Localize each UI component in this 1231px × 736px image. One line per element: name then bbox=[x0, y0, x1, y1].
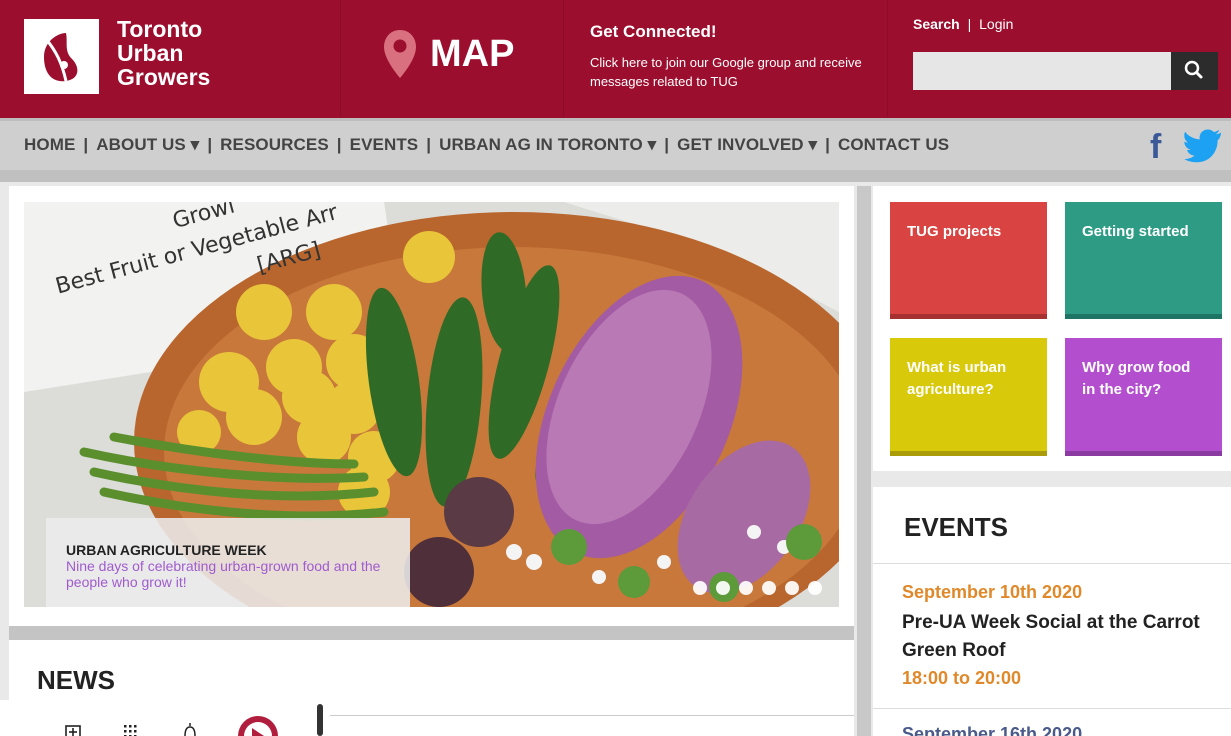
nav-item-home[interactable]: HOME bbox=[24, 135, 75, 154]
header-divider bbox=[340, 0, 341, 118]
logo-line: Toronto bbox=[117, 16, 203, 42]
event-date: September 10th 2020 bbox=[902, 582, 1083, 602]
toolbar-drag-handle[interactable] bbox=[317, 704, 323, 736]
site-header: Toronto Urban Growers MAP Get Connected!… bbox=[0, 0, 1231, 118]
hero-caption[interactable]: URBAN AGRICULTURE WEEK Nine days of cele… bbox=[46, 518, 410, 607]
twitter-icon[interactable] bbox=[1183, 129, 1223, 168]
nav-separator: | bbox=[207, 135, 213, 154]
nav-separator: | bbox=[336, 135, 342, 154]
header-divider bbox=[887, 0, 888, 118]
events-heading: EVENTS bbox=[904, 512, 1009, 542]
search-input[interactable] bbox=[913, 52, 1171, 90]
event-time: 18:00 to 20:00 bbox=[902, 668, 1022, 688]
slide-dot[interactable] bbox=[785, 581, 799, 595]
tile-what-is-urban-agriculture[interactable]: What is urban agriculture? bbox=[890, 338, 1047, 456]
get-connected-title[interactable]: Get Connected! bbox=[590, 22, 717, 42]
login-link[interactable]: Login bbox=[979, 16, 1013, 32]
tile-why-grow-food[interactable]: Why grow food in the city? bbox=[1065, 338, 1222, 456]
app-avatar-icon[interactable] bbox=[238, 716, 278, 736]
search-link[interactable]: Search bbox=[913, 16, 960, 32]
nav-separator: | bbox=[426, 135, 432, 154]
section-separator bbox=[9, 626, 854, 640]
apps-grid-icon[interactable] bbox=[124, 725, 137, 736]
nav-item-about-us[interactable]: ABOUT US ▾ bbox=[96, 135, 199, 154]
tile-tug-projects[interactable]: TUG projects bbox=[890, 202, 1047, 319]
map-pin-icon[interactable] bbox=[382, 28, 418, 85]
slide-dot[interactable] bbox=[716, 581, 730, 595]
nav-item-resources[interactable]: RESOURCES bbox=[220, 135, 329, 154]
map-link[interactable]: MAP bbox=[430, 32, 514, 76]
slide-dot[interactable] bbox=[693, 581, 707, 595]
site-logo-text[interactable]: Toronto Urban Growers bbox=[117, 17, 210, 89]
floating-toolbar bbox=[0, 700, 330, 736]
header-divider bbox=[563, 0, 564, 118]
column-separator bbox=[857, 186, 871, 736]
events-divider bbox=[873, 708, 1231, 709]
logo-line: Urban bbox=[117, 40, 184, 66]
add-tab-icon[interactable] bbox=[65, 725, 81, 736]
slide-dot[interactable] bbox=[762, 581, 776, 595]
auth-separator: | bbox=[967, 16, 972, 32]
search-icon bbox=[1184, 60, 1203, 79]
event-title[interactable]: Pre-UA Week Social at the Carrot Green R… bbox=[902, 609, 1202, 665]
slide-dot[interactable] bbox=[739, 581, 753, 595]
nav-separator: | bbox=[664, 135, 670, 154]
nav-separator: | bbox=[825, 135, 830, 154]
nav-item-urban-ag[interactable]: URBAN AG IN TORONTO ▾ bbox=[439, 135, 656, 154]
logo-line: Growers bbox=[117, 64, 211, 90]
event-date: September 16th 2020 bbox=[902, 724, 1083, 736]
nav-item-contact-us[interactable]: CONTACT US bbox=[838, 135, 949, 154]
get-connected-description[interactable]: Click here to join our Google group and … bbox=[590, 53, 880, 91]
main-nav: HOME | ABOUT US ▾ | RESOURCES | EVENTS | URBAN A… bbox=[0, 118, 1231, 170]
hero-caption-subtitle: Nine days of celebrating urban-grown foo… bbox=[66, 558, 381, 590]
news-divider bbox=[330, 715, 854, 716]
hero-caption-title: URBAN AGRICULTURE WEEK bbox=[66, 542, 267, 558]
events-divider bbox=[873, 563, 1231, 564]
tile-getting-started[interactable]: Getting started bbox=[1065, 202, 1222, 319]
notification-icon[interactable] bbox=[184, 723, 196, 736]
nav-item-get-involved[interactable]: GET INVOLVED ▾ bbox=[677, 135, 817, 154]
nav-item-events[interactable]: EVENTS bbox=[350, 135, 419, 154]
search-button[interactable] bbox=[1171, 52, 1218, 90]
auth-links: Search | Login bbox=[913, 16, 1013, 32]
logo-leaf-icon[interactable] bbox=[24, 19, 99, 94]
facebook-icon[interactable]: f bbox=[1150, 127, 1161, 167]
nav-menu: HOME | ABOUT US ▾ | RESOURCES | EVENTS | URBAN A… bbox=[24, 135, 949, 155]
nav-separator: | bbox=[83, 135, 89, 154]
slide-dot[interactable] bbox=[808, 581, 822, 595]
news-heading: NEWS bbox=[37, 665, 115, 695]
nav-shadow bbox=[0, 170, 1231, 182]
